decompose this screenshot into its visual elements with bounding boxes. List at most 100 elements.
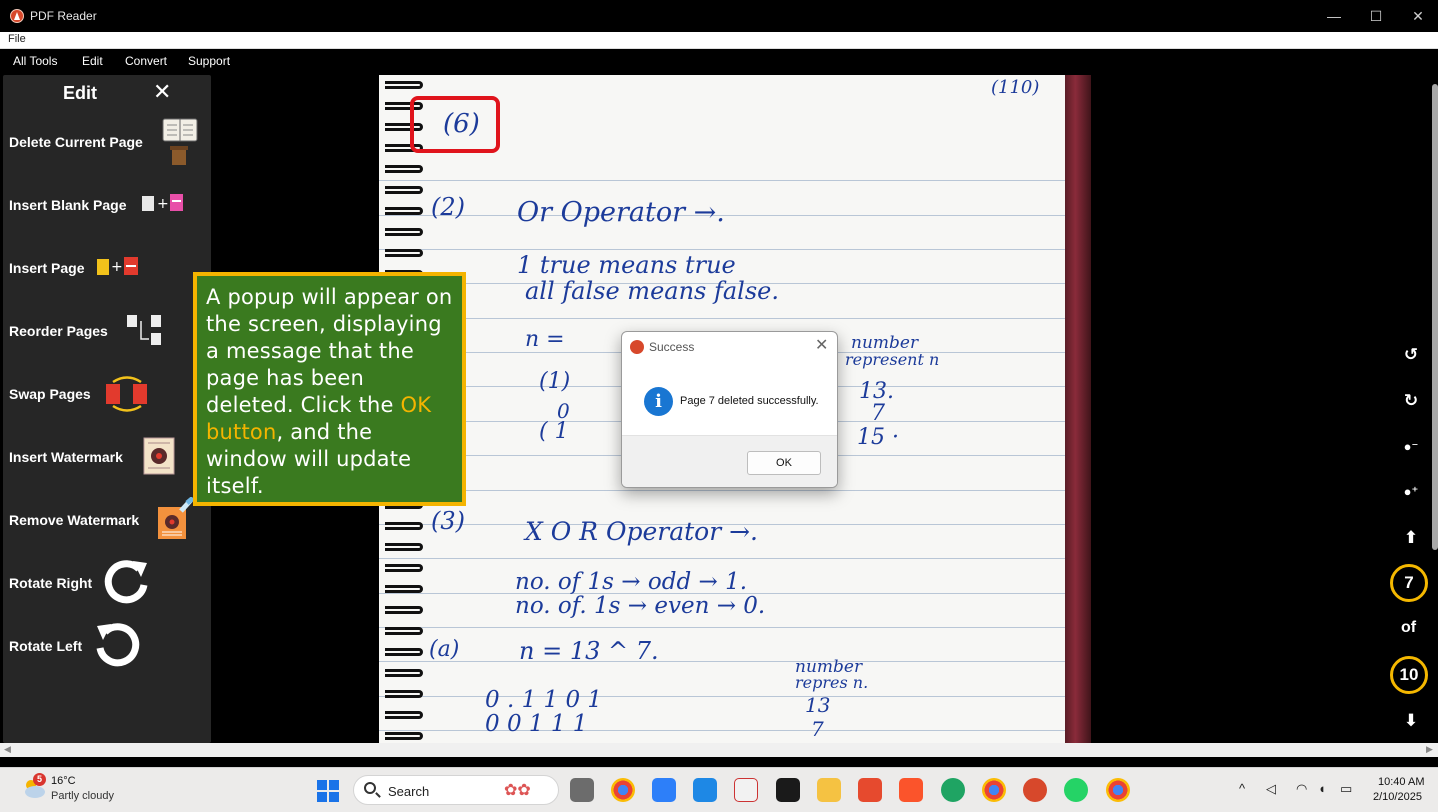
vertical-scrollbar[interactable] bbox=[1432, 84, 1438, 550]
file-explorer-icon[interactable] bbox=[817, 778, 841, 802]
sidebar-item-reorder-pages[interactable]: Reorder Pages bbox=[9, 323, 108, 339]
handwriting-even-line: no. of. 1s → even → 0. bbox=[515, 593, 766, 619]
reorder-pages-icon[interactable] bbox=[125, 313, 165, 349]
office-icon[interactable] bbox=[858, 778, 882, 802]
app-logo-icon bbox=[10, 9, 24, 23]
handwriting-n-expr: n = 13 ^ 7. bbox=[519, 637, 659, 665]
brave-icon[interactable] bbox=[899, 778, 923, 802]
insert-watermark-icon[interactable] bbox=[143, 437, 175, 475]
scroll-left-icon[interactable]: ◀ bbox=[4, 744, 11, 755]
clock-date[interactable]: 2/10/2025 bbox=[1373, 791, 1422, 803]
wifi-icon[interactable]: ◠ bbox=[1296, 781, 1307, 797]
sidebar-item-insert-watermark[interactable]: Insert Watermark bbox=[9, 449, 123, 465]
sidebar-item-insert-blank-page[interactable]: Insert Blank Page bbox=[9, 197, 127, 213]
sidebar-item-insert-page[interactable]: Insert Page bbox=[9, 260, 84, 276]
total-pages-indicator: 10 bbox=[1390, 656, 1428, 694]
chrome-profile-icon[interactable] bbox=[982, 778, 1006, 802]
menu-convert[interactable]: Convert bbox=[125, 54, 167, 68]
menu-support[interactable]: Support bbox=[188, 54, 230, 68]
title-bar: PDF Reader — ☐ ✕ bbox=[0, 0, 1438, 32]
menu-all-tools[interactable]: All Tools bbox=[13, 54, 57, 68]
handwriting-line-2: all false means false. bbox=[525, 277, 779, 305]
rotate-ccw-icon[interactable]: ↺ bbox=[1402, 346, 1420, 364]
handwriting-repres-2: repres n. bbox=[795, 673, 869, 692]
insert-page-icon[interactable]: + bbox=[96, 256, 144, 278]
weather-temperature[interactable]: 16°C bbox=[51, 775, 76, 787]
zoom-out-icon[interactable]: ●⁻ bbox=[1402, 438, 1420, 456]
handwriting-7: 7 bbox=[871, 401, 885, 426]
sidebar-item-rotate-right[interactable]: Rotate Right bbox=[9, 575, 92, 591]
delete-page-icon[interactable] bbox=[161, 117, 199, 167]
pdf-reader-taskbar-icon[interactable] bbox=[1023, 778, 1047, 802]
window-title: PDF Reader bbox=[30, 9, 97, 23]
rotate-right-icon[interactable] bbox=[103, 559, 149, 605]
dialog-close-button[interactable]: ✕ bbox=[815, 335, 828, 355]
svg-text:+: + bbox=[111, 259, 123, 275]
success-dialog: Success ✕ i Page 7 deleted successfully.… bbox=[621, 331, 838, 488]
search-label: Search bbox=[388, 784, 430, 799]
snipping-tool-icon[interactable] bbox=[734, 778, 758, 802]
clock-time[interactable]: 10:40 AM bbox=[1378, 776, 1424, 788]
handwriting-7-b: 7 bbox=[811, 717, 824, 741]
dialog-message: Page 7 deleted successfully. bbox=[680, 395, 819, 407]
handwriting-xor-operator: X O R Operator →. bbox=[525, 517, 758, 546]
menu-file[interactable]: File bbox=[8, 33, 26, 45]
edit-sidebar: Edit ✕ Delete Current Page Insert Blank … bbox=[3, 75, 211, 743]
horizontal-scrollbar[interactable]: ◀ ▶ bbox=[0, 743, 1438, 757]
tray-overflow-icon[interactable]: ^ bbox=[1239, 781, 1245, 796]
scroll-right-icon[interactable]: ▶ bbox=[1426, 744, 1433, 755]
photo-edge bbox=[1065, 75, 1091, 743]
ok-button[interactable]: OK bbox=[747, 451, 821, 475]
whatsapp-icon[interactable] bbox=[1064, 778, 1088, 802]
weather-badge: 5 bbox=[33, 773, 46, 786]
handwriting-line-1: 1 true means true bbox=[517, 251, 736, 279]
pycharm-icon[interactable] bbox=[776, 778, 800, 802]
menu-bar: File bbox=[0, 32, 1438, 49]
editor-icon[interactable] bbox=[652, 778, 676, 802]
previous-page-icon[interactable]: ⬆ bbox=[1402, 529, 1420, 547]
chrome-icon[interactable] bbox=[611, 778, 635, 802]
remove-watermark-icon[interactable] bbox=[157, 497, 195, 541]
next-page-icon[interactable]: ⬇ bbox=[1402, 712, 1420, 730]
tool-menu-bar: All Tools Edit Convert Support bbox=[0, 49, 1438, 75]
rotate-cw-icon[interactable]: ↻ bbox=[1402, 392, 1420, 410]
handwriting-binary-row-1: 0 . 1 1 0 1 bbox=[485, 687, 603, 713]
dialog-footer: OK bbox=[622, 435, 837, 487]
page-of-label: of bbox=[1401, 619, 1417, 636]
chrome-profile-2-icon[interactable] bbox=[1106, 778, 1130, 802]
handwriting-n-eq: n = bbox=[525, 327, 565, 352]
battery-icon[interactable]: ▭ bbox=[1340, 781, 1352, 797]
minimize-button[interactable]: — bbox=[1324, 6, 1344, 26]
page-corner-number: (110) bbox=[991, 77, 1040, 98]
location-icon[interactable]: ◁ bbox=[1266, 781, 1276, 797]
volume-icon[interactable]: ◖ bbox=[1318, 781, 1326, 796]
green-app-icon[interactable] bbox=[941, 778, 965, 802]
sidebar-close-button[interactable]: ✕ bbox=[153, 81, 171, 103]
handwriting-row-1: ( 1 bbox=[539, 419, 569, 444]
vscode-icon[interactable] bbox=[693, 778, 717, 802]
zoom-in-icon[interactable]: ●⁺ bbox=[1402, 483, 1420, 501]
pdf-reader-window: PDF Reader — ☐ ✕ File All Tools Edit Con… bbox=[0, 0, 1438, 812]
menu-edit[interactable]: Edit bbox=[82, 54, 103, 68]
sidebar-item-swap-pages[interactable]: Swap Pages bbox=[9, 386, 91, 402]
handwriting-circle-1: (1) bbox=[539, 369, 571, 394]
weather-condition[interactable]: Partly cloudy bbox=[51, 790, 114, 802]
maximize-button[interactable]: ☐ bbox=[1366, 6, 1386, 26]
insert-blank-page-icon[interactable]: + bbox=[141, 193, 187, 215]
handwriting-15: 15 · bbox=[857, 425, 899, 450]
task-view-icon[interactable] bbox=[570, 778, 594, 802]
swap-pages-icon[interactable] bbox=[103, 375, 151, 413]
current-page-indicator[interactable]: 7 bbox=[1390, 564, 1428, 602]
rotate-left-icon[interactable] bbox=[95, 622, 141, 668]
close-window-button[interactable]: ✕ bbox=[1408, 6, 1428, 26]
sidebar-item-delete-page[interactable]: Delete Current Page bbox=[9, 134, 143, 150]
sidebar-item-rotate-left[interactable]: Rotate Left bbox=[9, 638, 82, 654]
sidebar-item-remove-watermark[interactable]: Remove Watermark bbox=[9, 512, 139, 528]
svg-text:+: + bbox=[157, 196, 169, 212]
instruction-callout: A popup will appear on the screen, displ… bbox=[193, 272, 466, 506]
search-icon bbox=[364, 782, 376, 794]
handwriting-binary-row-2: 0 0 1 1 1 bbox=[485, 711, 588, 737]
taskbar-search[interactable]: Search ✿✿ bbox=[353, 775, 559, 805]
handwriting-item-a: (a) bbox=[429, 637, 460, 662]
windows-start-icon[interactable] bbox=[317, 780, 339, 802]
